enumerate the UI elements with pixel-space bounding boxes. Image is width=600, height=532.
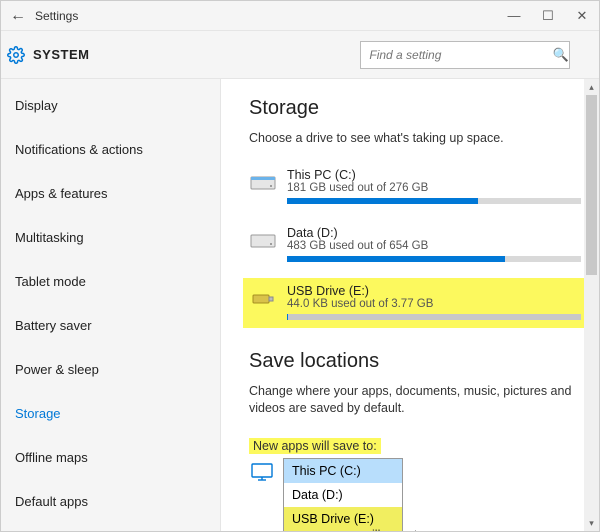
drive-usage: 44.0 KB used out of 3.77 GB xyxy=(287,298,581,310)
sidebar-item-tablet-mode[interactable]: Tablet mode xyxy=(1,265,220,298)
sidebar-item-offline-maps[interactable]: Offline maps xyxy=(1,441,220,474)
sidebar-item-multitasking[interactable]: Multitasking xyxy=(1,221,220,254)
dropdown-option[interactable]: Data (D:) xyxy=(284,483,402,507)
drive-row-c[interactable]: This PC (C:) 181 GB used out of 276 GB xyxy=(249,162,581,210)
storage-subtext: Choose a drive to see what's taking up s… xyxy=(249,130,581,148)
header-category: SYSTEM xyxy=(33,47,89,62)
title-bar: ← Settings — ☐ ✕ xyxy=(1,1,599,31)
drive-usage: 181 GB used out of 276 GB xyxy=(287,182,581,194)
drive-usage: 483 GB used out of 654 GB xyxy=(287,240,581,252)
new-apps-label: New apps will save to: xyxy=(249,438,381,454)
sidebar-item-power-sleep[interactable]: Power & sleep xyxy=(1,353,220,386)
new-apps-dropdown[interactable]: This PC (C:) Data (D:) USB Drive (E:) xyxy=(283,458,403,532)
drive-name: This PC (C:) xyxy=(287,168,581,182)
close-button[interactable]: ✕ xyxy=(565,8,599,24)
sidebar-item-about[interactable]: About xyxy=(1,529,220,531)
settings-window: ← Settings — ☐ ✕ SYSTEM 🔍 Display Notifi… xyxy=(0,0,600,532)
sidebar-item-storage[interactable]: Storage xyxy=(1,397,220,430)
sidebar-item-default-apps[interactable]: Default apps xyxy=(1,485,220,518)
sidebar: Display Notifications & actions Apps & f… xyxy=(1,79,221,531)
drive-row-e[interactable]: USB Drive (E:) 44.0 KB used out of 3.77 … xyxy=(243,278,587,328)
storage-heading: Storage xyxy=(249,97,581,120)
usb-drive-icon xyxy=(249,284,277,312)
save-locations-subtext: Change where your apps, documents, music… xyxy=(249,383,581,418)
sidebar-item-battery-saver[interactable]: Battery saver xyxy=(1,309,220,342)
hdd-icon xyxy=(249,168,277,196)
drive-row-d[interactable]: Data (D:) 483 GB used out of 654 GB xyxy=(249,220,581,268)
content-pane: Storage Choose a drive to see what's tak… xyxy=(221,79,599,531)
drive-bar xyxy=(287,314,581,320)
window-title: Settings xyxy=(35,9,78,23)
hdd-icon xyxy=(249,226,277,254)
field2-suffix: will save to: xyxy=(363,528,428,532)
sidebar-item-notifications[interactable]: Notifications & actions xyxy=(1,133,220,166)
header-row: SYSTEM 🔍 xyxy=(1,31,599,79)
drive-bar xyxy=(287,198,581,204)
save-locations-heading: Save locations xyxy=(249,350,581,373)
gear-icon xyxy=(7,46,25,64)
scroll-down-button[interactable]: ▾ xyxy=(584,515,599,531)
scroll-up-button[interactable]: ▴ xyxy=(584,79,599,95)
dropdown-option[interactable]: This PC (C:) xyxy=(284,459,402,483)
back-button[interactable]: ← xyxy=(1,7,35,25)
minimize-button[interactable]: — xyxy=(497,8,531,23)
sidebar-item-apps-features[interactable]: Apps & features xyxy=(1,177,220,210)
apps-icon xyxy=(249,462,275,482)
drive-name: Data (D:) xyxy=(287,226,581,240)
drive-bar xyxy=(287,256,581,262)
content-scrollbar[interactable]: ▴ ▾ xyxy=(584,79,599,531)
sidebar-item-display[interactable]: Display xyxy=(1,89,220,122)
scroll-thumb[interactable] xyxy=(586,95,597,275)
search-input[interactable] xyxy=(360,41,570,69)
drive-name: USB Drive (E:) xyxy=(287,284,581,298)
maximize-button[interactable]: ☐ xyxy=(531,8,565,24)
